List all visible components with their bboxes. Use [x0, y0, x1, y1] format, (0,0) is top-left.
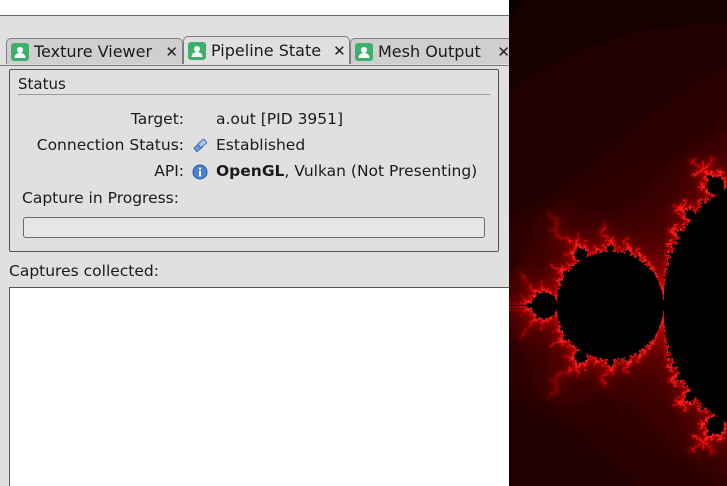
captures-collected-label: Captures collected:: [9, 262, 159, 280]
tab-bar: Texture Viewer ✕ Pipeline State ✕ Mesh O…: [0, 36, 509, 66]
mandelbrot-render: [509, 0, 727, 486]
renderdoc-window: Texture Viewer ✕ Pipeline State ✕ Mesh O…: [0, 0, 509, 486]
info-icon: [192, 164, 208, 180]
tab-label: Mesh Output: [378, 42, 481, 61]
captures-list[interactable]: [9, 287, 509, 486]
tab-mesh-output[interactable]: Mesh Output ✕: [350, 38, 509, 64]
connect-icon: [192, 138, 208, 154]
api-secondary: , Vulkan (Not Presenting): [284, 162, 478, 180]
person-icon: [11, 42, 29, 61]
close-icon[interactable]: ✕: [321, 42, 346, 60]
target-value: a.out [PID 3951]: [216, 110, 344, 128]
capture-progress-bar: [23, 217, 485, 238]
connection-status-value: Established: [216, 136, 306, 154]
divider: [18, 94, 490, 95]
close-icon[interactable]: ✕: [153, 43, 178, 61]
capture-in-progress-label: Capture in Progress:: [22, 189, 179, 207]
target-label: Target:: [130, 110, 184, 128]
status-title: Status: [18, 75, 66, 93]
person-icon: [355, 42, 373, 61]
close-icon[interactable]: ✕: [487, 43, 509, 61]
api-value: OpenGL, Vulkan (Not Presenting): [216, 162, 477, 180]
top-strip: [0, 0, 509, 16]
connection-status-label: Connection Status:: [36, 136, 184, 154]
tab-pipeline-state[interactable]: Pipeline State ✕: [183, 36, 350, 64]
tab-texture-viewer[interactable]: Texture Viewer ✕: [6, 38, 183, 64]
api-primary: OpenGL: [216, 162, 285, 180]
api-label: API:: [154, 162, 184, 180]
status-group: Status Target: a.out [PID 3951] Connecti…: [9, 69, 499, 252]
tab-label: Pipeline State: [211, 41, 322, 60]
tab-label: Texture Viewer: [34, 42, 153, 61]
person-icon: [188, 41, 206, 60]
